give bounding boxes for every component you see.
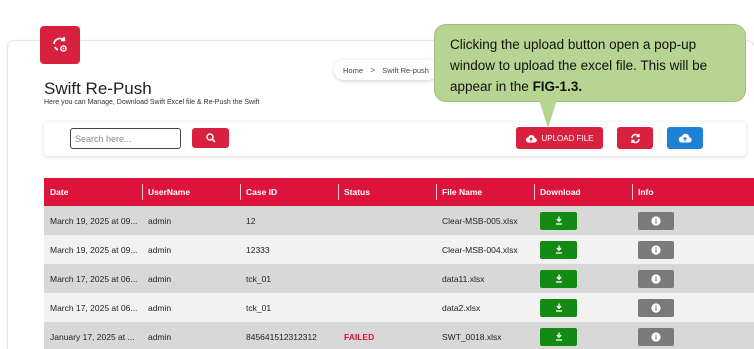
cell-download bbox=[534, 206, 632, 235]
cell-status: FAILED bbox=[344, 331, 375, 342]
header-download: Download bbox=[534, 178, 632, 206]
info-button[interactable] bbox=[638, 240, 674, 259]
cloud-upload-icon bbox=[526, 134, 538, 143]
table-row: March 19, 2025 at 09... admin 12 Clear-M… bbox=[44, 206, 754, 235]
cell-info bbox=[632, 235, 754, 264]
info-button[interactable] bbox=[638, 269, 674, 288]
upload-file-label: UPLOAD FILE bbox=[541, 133, 594, 143]
table-row: March 19, 2025 at 09... admin 12333 Clea… bbox=[44, 235, 754, 264]
refresh-button[interactable] bbox=[617, 127, 653, 149]
cell-file-name: Clear-MSB-005.xlsx bbox=[442, 215, 518, 226]
cell-status bbox=[338, 293, 436, 322]
download-button[interactable] bbox=[540, 269, 577, 288]
search-input[interactable] bbox=[70, 128, 181, 149]
cell-info bbox=[632, 322, 754, 349]
cloud-upload-icon bbox=[678, 133, 692, 143]
cell-status bbox=[338, 206, 436, 235]
download-button[interactable] bbox=[540, 327, 577, 346]
cell-case-id: tck_01 bbox=[246, 302, 272, 313]
download-button[interactable] bbox=[540, 298, 577, 317]
info-button[interactable] bbox=[638, 327, 674, 346]
download-icon bbox=[555, 245, 562, 254]
header-username[interactable]: UserName bbox=[142, 178, 240, 206]
cell-download bbox=[534, 235, 632, 264]
info-button[interactable] bbox=[638, 211, 674, 230]
cell-case-id: tck_01 bbox=[246, 273, 272, 284]
info-icon bbox=[651, 244, 661, 255]
cell-date: March 19, 2025 at 09... bbox=[50, 215, 138, 226]
download-icon bbox=[555, 216, 562, 225]
swift-files-table: Date UserName Case ID Status File Name D… bbox=[44, 178, 754, 349]
cell-file-name: SWT_0018.xlsx bbox=[442, 331, 502, 342]
cell-info bbox=[632, 293, 754, 322]
page-subtitle: Here you can Manage, Download Swift Exce… bbox=[44, 99, 260, 106]
info-icon bbox=[651, 331, 661, 342]
cell-username: admin bbox=[148, 331, 172, 342]
info-icon bbox=[651, 273, 661, 284]
header-status[interactable]: Status bbox=[338, 178, 436, 206]
header-date[interactable]: Date bbox=[44, 178, 142, 206]
info-button[interactable] bbox=[638, 298, 674, 317]
download-button[interactable] bbox=[540, 211, 577, 230]
cell-case-id: 845641512312312 bbox=[246, 331, 317, 342]
cell-case-id: 12333 bbox=[246, 244, 270, 255]
info-icon bbox=[651, 302, 661, 313]
breadcrumb-separator: > bbox=[370, 65, 376, 75]
cell-username: admin bbox=[148, 273, 172, 284]
cell-file-name: Clear-MSB-004.xlsx bbox=[442, 244, 518, 255]
breadcrumb-current: Swift Re-push bbox=[382, 65, 429, 75]
cloud-upload-button[interactable] bbox=[667, 127, 703, 149]
app-logo bbox=[40, 26, 80, 64]
cell-status bbox=[338, 235, 436, 264]
upload-file-button[interactable]: UPLOAD FILE bbox=[516, 127, 603, 149]
download-icon bbox=[555, 332, 562, 341]
search-icon bbox=[205, 133, 216, 143]
annotation-callout: Clicking the upload button open a pop-up… bbox=[434, 24, 746, 102]
search-button[interactable] bbox=[192, 128, 229, 148]
cell-status bbox=[338, 264, 436, 293]
callout-figure-ref: FIG-1.3. bbox=[532, 79, 583, 94]
cell-username: admin bbox=[148, 215, 172, 226]
cell-info bbox=[632, 206, 754, 235]
breadcrumb: Home > Swift Re-push bbox=[334, 60, 438, 80]
download-button[interactable] bbox=[540, 240, 577, 259]
cell-username: admin bbox=[148, 302, 172, 313]
cell-file-name: data2.xlsx bbox=[442, 302, 481, 313]
table-row: March 17, 2025 at 06... admin tck_01 dat… bbox=[44, 293, 754, 322]
cell-download bbox=[534, 264, 632, 293]
toolbar: UPLOAD FILE bbox=[44, 122, 746, 156]
download-icon bbox=[555, 274, 562, 283]
page-title: Swift Re-Push bbox=[44, 79, 152, 98]
cell-date: March 17, 2025 at 06... bbox=[50, 302, 138, 313]
cell-download bbox=[534, 322, 632, 349]
cell-file-name: data11.xlsx bbox=[442, 273, 485, 284]
cell-date: March 19, 2025 at 09... bbox=[50, 244, 138, 255]
table-row: January 17, 2025 at ... admin 8456415123… bbox=[44, 322, 754, 349]
header-file-name[interactable]: File Name bbox=[436, 178, 534, 206]
cell-case-id: 12 bbox=[246, 215, 256, 226]
refresh-icon bbox=[630, 133, 640, 143]
header-case-id[interactable]: Case ID bbox=[240, 178, 338, 206]
sync-settings-icon bbox=[53, 36, 67, 52]
cell-download bbox=[534, 293, 632, 322]
download-icon bbox=[555, 303, 562, 312]
header-info: Info bbox=[632, 178, 754, 206]
table-row: March 17, 2025 at 06... admin tck_01 dat… bbox=[44, 264, 754, 293]
cell-date: March 17, 2025 at 06... bbox=[50, 273, 138, 284]
cell-info bbox=[632, 264, 754, 293]
cell-username: admin bbox=[148, 244, 172, 255]
callout-pointer bbox=[539, 100, 557, 128]
table-header: Date UserName Case ID Status File Name D… bbox=[44, 178, 754, 206]
info-icon bbox=[651, 215, 661, 226]
breadcrumb-home[interactable]: Home bbox=[343, 66, 363, 75]
cell-date: January 17, 2025 at ... bbox=[50, 331, 135, 342]
